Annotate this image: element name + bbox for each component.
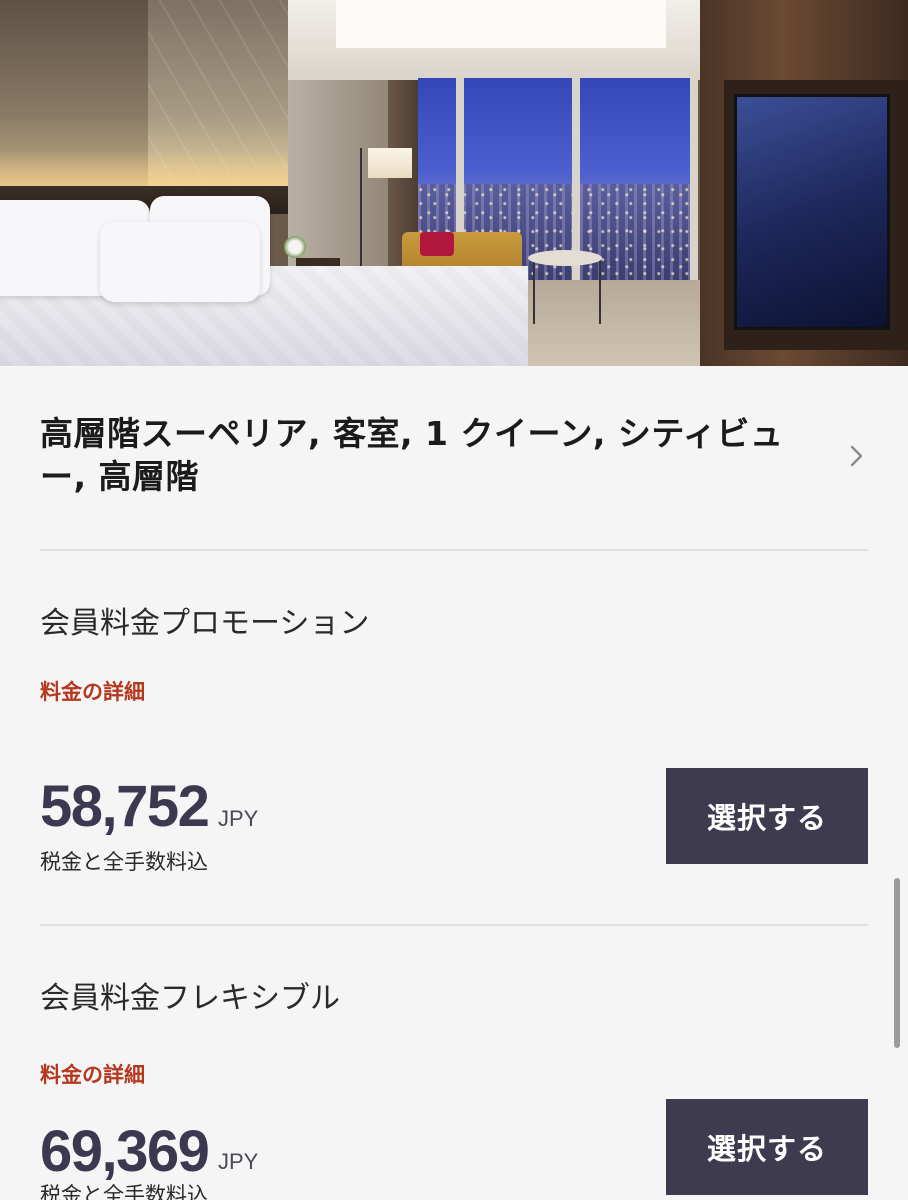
- photo-table-legs: [533, 260, 601, 324]
- price-tax-note: 税金と全手数料込: [40, 1183, 208, 1200]
- rate-name: 会員料金フレキシブル: [40, 981, 340, 1016]
- rate-name: 会員料金プロモーション: [40, 606, 370, 641]
- rate-details-link[interactable]: 料金の詳細: [40, 1059, 145, 1089]
- rate-option: 会員料金フレキシブル 料金の詳細 69,369 JPY 税金と全手数料込 選択す…: [40, 973, 868, 1200]
- photo-side-table: [528, 250, 602, 266]
- select-button[interactable]: 選択する: [666, 768, 868, 864]
- divider: [40, 924, 868, 926]
- photo-lamp-pole: [360, 148, 362, 278]
- rate-details-link[interactable]: 料金の詳細: [40, 676, 145, 706]
- price-currency: JPY: [218, 806, 259, 831]
- photo-cushion: [420, 232, 454, 256]
- price-amount: 69,369: [40, 1119, 210, 1184]
- room-title: 高層階スーペリア, 客室, 1 クイーン, シティビュー, 高層階: [40, 414, 784, 496]
- room-title-link[interactable]: 高層階スーペリア, 客室, 1 クイーン, シティビュー, 高層階: [40, 412, 868, 512]
- price-amount: 58,752: [40, 774, 210, 839]
- scrollbar-thumb[interactable]: [894, 878, 900, 1048]
- price-tax-note: 税金と全手数料込: [40, 850, 208, 874]
- photo-lamp-shade: [368, 148, 412, 178]
- room-rate-card: 高層階スーペリア, 客室, 1 クイーン, シティビュー, 高層階 会員料金プロ…: [0, 0, 908, 1200]
- photo-pillow: [100, 222, 260, 302]
- rate-option: 会員料金プロモーション 料金の詳細 58,752 JPY 税金と全手数料込 選択…: [40, 598, 868, 878]
- room-photo[interactable]: [0, 0, 908, 366]
- select-button[interactable]: 選択する: [666, 1099, 868, 1195]
- photo-ceiling-recess: [336, 0, 666, 48]
- divider: [40, 549, 868, 551]
- price-currency: JPY: [218, 1149, 259, 1174]
- photo-flowers: [284, 236, 306, 258]
- chevron-right-icon: [850, 445, 863, 467]
- photo-tv: [734, 94, 890, 330]
- photo-window-mullion: [690, 78, 698, 284]
